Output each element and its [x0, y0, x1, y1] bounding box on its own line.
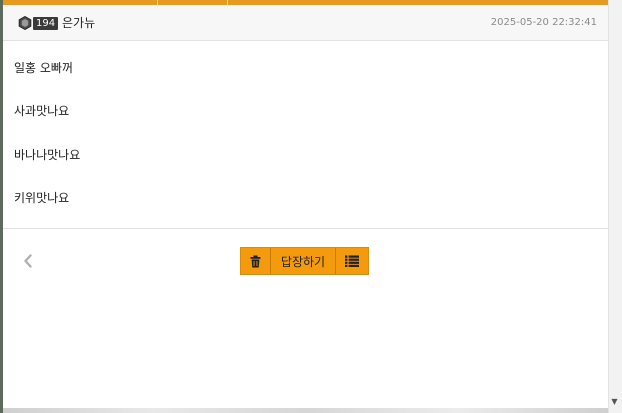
- scroll-down-button[interactable]: ▼: [609, 397, 620, 407]
- message-header: 194 은가뉴 2025-05-20 22:32:41: [3, 5, 608, 41]
- caret-down-icon: ▼: [611, 397, 618, 406]
- message-action-group: 답장하기: [240, 247, 369, 275]
- author-name[interactable]: 은가뉴: [62, 14, 95, 32]
- reply-button[interactable]: 답장하기: [271, 248, 336, 274]
- author-level-badge: 194: [18, 15, 59, 31]
- list-button[interactable]: [336, 248, 368, 274]
- chevron-left-icon: [24, 254, 32, 268]
- level-badge-icon: [18, 16, 32, 30]
- prev-message-button[interactable]: [20, 252, 36, 270]
- reply-button-label: 답장하기: [280, 254, 326, 269]
- content-line: 일홍 오빠꺼: [14, 61, 74, 75]
- footer-divider: [3, 228, 608, 229]
- vertical-scrollbar[interactable]: [608, 0, 622, 413]
- content-line: 사과맛나요: [14, 104, 70, 118]
- post-date: 2025-05-20 22:32:41: [490, 17, 597, 28]
- author-level: 194: [33, 16, 59, 30]
- window-left-edge: [0, 0, 3, 413]
- list-icon: [345, 255, 359, 267]
- trash-icon: [250, 255, 261, 267]
- content-line: 키위맛나요: [14, 191, 70, 205]
- content-line: 바나나맛나요: [14, 148, 81, 162]
- bottom-edge-strip: [3, 408, 608, 413]
- delete-button[interactable]: [241, 248, 271, 274]
